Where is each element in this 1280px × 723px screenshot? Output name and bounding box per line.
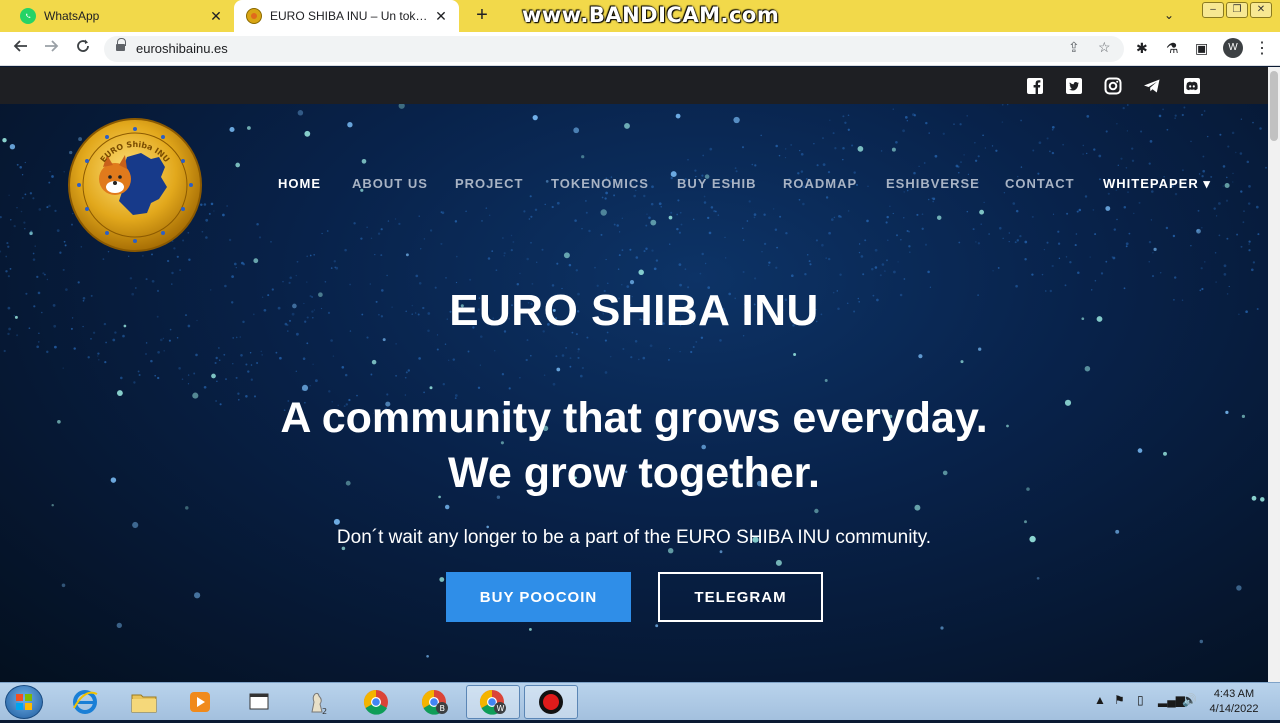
side-panel-icon[interactable]: ▣ bbox=[1195, 40, 1208, 57]
nav-contact[interactable]: CONTACT bbox=[1005, 176, 1075, 191]
address-bar[interactable]: euroshibainu.es ⇪ ☆ bbox=[104, 36, 1124, 62]
nav-project[interactable]: PROJECT bbox=[455, 176, 523, 191]
nav-tokenomics[interactable]: TOKENOMICS bbox=[551, 176, 649, 191]
taskbar: 2 B W ▲ ⚑ ▯ ▂▄▆ 🔊 4:43 AM 4/14/2022 bbox=[0, 682, 1280, 720]
ie-icon[interactable] bbox=[58, 685, 112, 719]
clock-date: 4/14/2022 bbox=[1209, 703, 1259, 715]
site-logo[interactable]: EURO Shiba INU bbox=[67, 117, 203, 253]
hero-tagline-line-2: We grow together. bbox=[448, 449, 820, 497]
discord-icon[interactable] bbox=[1183, 77, 1201, 95]
chrome-w-icon[interactable]: W bbox=[466, 685, 520, 719]
volume-icon[interactable]: 🔊 bbox=[1182, 693, 1197, 707]
hero-tagline-line-1: A community that grows everyday. bbox=[280, 394, 988, 442]
bookmark-star-icon[interactable]: ☆ bbox=[1098, 39, 1111, 56]
facebook-icon[interactable] bbox=[1026, 77, 1044, 95]
page-scrollbar[interactable] bbox=[1268, 67, 1280, 682]
euro-shiba-favicon bbox=[246, 8, 262, 24]
start-button[interactable] bbox=[5, 685, 43, 719]
menu-dots-icon[interactable]: ⋮ bbox=[1254, 38, 1270, 58]
show-hidden-icons-icon[interactable]: ▲ bbox=[1094, 693, 1106, 707]
profile-avatar[interactable]: W bbox=[1223, 38, 1243, 58]
window-controls: – ❐ ✕ bbox=[1200, 2, 1272, 18]
scrollbar-thumb[interactable] bbox=[1270, 71, 1278, 141]
media-player-icon[interactable] bbox=[173, 685, 227, 719]
nav-about-us[interactable]: ABOUT US bbox=[352, 176, 428, 191]
forward-arrow-icon[interactable] bbox=[40, 38, 62, 60]
chrome-b-icon[interactable]: B bbox=[408, 685, 462, 719]
chess-icon[interactable]: 2 bbox=[290, 685, 344, 719]
browser-toolbar: euroshibainu.es ⇪ ☆ ✱ ⚗ ▣ W ⋮ bbox=[0, 32, 1280, 66]
close-tab-icon[interactable]: ✕ bbox=[208, 8, 224, 25]
battery-icon[interactable]: ▯ bbox=[1137, 693, 1144, 707]
share-icon[interactable]: ⇪ bbox=[1068, 39, 1080, 56]
nav-eshibverse[interactable]: ESHIBVERSE bbox=[886, 176, 980, 191]
tab-strip: WhatsApp ✕ EURO SHIBA INU – Un token dec… bbox=[0, 0, 1280, 32]
explorer-icon[interactable] bbox=[117, 685, 171, 719]
maximize-icon[interactable]: ❐ bbox=[1226, 2, 1248, 18]
nav-whitepaper-dropdown[interactable]: WHITEPAPER ▾ bbox=[1103, 176, 1211, 192]
extensions-puzzle-icon[interactable]: ✱ bbox=[1136, 40, 1148, 57]
url-text[interactable]: euroshibainu.es bbox=[136, 41, 228, 56]
nav-buy-eshib[interactable]: BUY ESHIB bbox=[677, 176, 757, 191]
lock-icon[interactable] bbox=[116, 38, 126, 53]
tab-search-chevron-icon[interactable]: ⌄ bbox=[1164, 8, 1174, 22]
instagram-icon[interactable] bbox=[1104, 77, 1122, 95]
buy-poocoin-button[interactable]: BUY POOCOIN bbox=[446, 572, 631, 622]
window-icon[interactable] bbox=[232, 685, 286, 719]
social-top-bar bbox=[0, 67, 1268, 104]
bandicam-record-icon[interactable] bbox=[524, 685, 578, 719]
chrome-icon[interactable] bbox=[349, 685, 403, 719]
telegram-button[interactable]: TELEGRAM bbox=[658, 572, 823, 622]
telegram-icon[interactable] bbox=[1143, 77, 1161, 95]
labs-flask-icon[interactable]: ⚗ bbox=[1166, 40, 1179, 57]
nav-home[interactable]: HOME bbox=[278, 176, 321, 191]
hero-brand-title: EURO SHIBA INU bbox=[449, 286, 819, 335]
close-tab-icon[interactable]: ✕ bbox=[433, 8, 449, 25]
close-window-icon[interactable]: ✕ bbox=[1250, 2, 1272, 18]
whatsapp-icon bbox=[20, 8, 36, 24]
bandicam-watermark: www.BANDICAM.com bbox=[522, 3, 780, 27]
twitter-icon[interactable] bbox=[1065, 77, 1083, 95]
back-arrow-icon[interactable] bbox=[10, 38, 32, 60]
svg-text:W: W bbox=[497, 704, 505, 713]
network-signal-icon[interactable]: ▂▄▆ bbox=[1158, 693, 1185, 707]
svg-text:B: B bbox=[440, 704, 446, 713]
new-tab-button[interactable]: + bbox=[470, 4, 494, 28]
web-page: EURO Shiba INU HOME ABOUT US PROJECT TOK… bbox=[0, 67, 1268, 682]
tab-euro-shiba-inu[interactable]: EURO SHIBA INU – Un token dec ✕ bbox=[234, 0, 459, 32]
reload-icon[interactable] bbox=[72, 38, 94, 60]
tab-title: EURO SHIBA INU – Un token dec bbox=[270, 9, 433, 23]
windows-logo-icon bbox=[16, 694, 32, 710]
hero-subtitle: Don´t wait any longer to be a part of th… bbox=[336, 527, 932, 548]
minimize-icon[interactable]: – bbox=[1202, 2, 1224, 18]
svg-text:2: 2 bbox=[322, 707, 327, 716]
action-center-flag-icon[interactable]: ⚑ bbox=[1114, 693, 1125, 707]
nav-roadmap[interactable]: ROADMAP bbox=[783, 176, 857, 191]
tab-whatsapp[interactable]: WhatsApp ✕ bbox=[8, 0, 234, 32]
clock-time: 4:43 AM bbox=[1213, 688, 1255, 700]
hero-section: EURO Shiba INU HOME ABOUT US PROJECT TOK… bbox=[0, 104, 1268, 682]
tab-title: WhatsApp bbox=[44, 9, 100, 23]
system-clock[interactable]: 4:43 AM 4/14/2022 bbox=[1204, 687, 1264, 717]
